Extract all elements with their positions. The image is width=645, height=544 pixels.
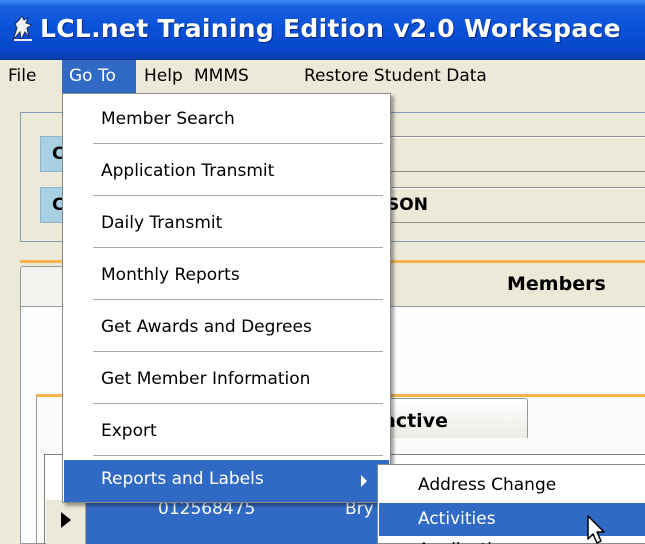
menu-separator [93, 143, 383, 145]
menu-separator [93, 455, 383, 457]
menu-item-get-member-information[interactable]: Get Member Information [64, 356, 389, 402]
tab-members[interactable]: Members [507, 273, 606, 295]
menu-item-application-transmit[interactable]: Application Transmit [64, 148, 389, 194]
tab-inactive-label: active [383, 410, 448, 432]
menu-restore-student-data[interactable]: Restore Student Data [297, 60, 494, 93]
mouse-pointer-icon [587, 515, 605, 544]
menu-separator [93, 403, 383, 405]
menu-goto[interactable]: Go To [62, 60, 136, 93]
submenu-item-address-change[interactable]: Address Change [379, 469, 645, 502]
lcl-logo-icon [12, 15, 34, 42]
menu-item-export[interactable]: Export [64, 408, 389, 454]
menu-bar: File Go To Help MMMS Restore Student Dat… [0, 60, 645, 93]
menu-separator [93, 247, 383, 249]
menu-help[interactable]: Help [137, 60, 190, 93]
row-pointer-icon [61, 512, 71, 528]
menu-separator [93, 299, 383, 301]
menu-item-get-awards-and-degrees[interactable]: Get Awards and Degrees [64, 304, 389, 350]
submenu-arrow-icon [361, 475, 367, 487]
window-title: LCL.net Training Edition v2.0 Workspace [40, 14, 621, 43]
menu-file[interactable]: File [1, 60, 43, 93]
menu-separator [93, 351, 383, 353]
title-bar[interactable]: LCL.net Training Edition v2.0 Workspace [0, 0, 645, 60]
menu-mmms[interactable]: MMMS [187, 60, 256, 93]
goto-dropdown-menu: Member Search Application Transmit Daily… [62, 93, 391, 503]
menu-item-monthly-reports[interactable]: Monthly Reports [64, 252, 389, 298]
menu-separator [93, 195, 383, 197]
menu-item-reports-and-labels[interactable]: Reports and Labels [64, 460, 389, 502]
menu-item-member-search[interactable]: Member Search [64, 96, 389, 142]
menu-item-daily-transmit[interactable]: Daily Transmit [64, 200, 389, 246]
